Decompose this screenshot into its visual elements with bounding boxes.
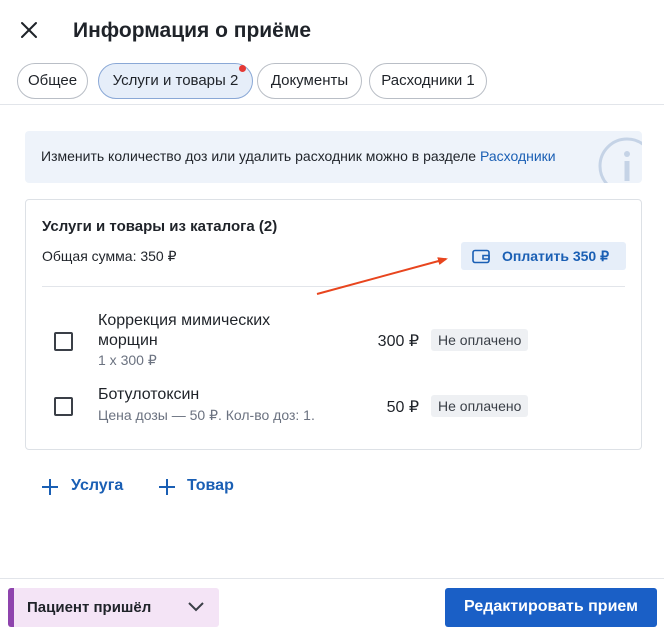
item-name: Коррекция мимических морщин (98, 312, 271, 349)
status-badge: Не оплачено (431, 329, 529, 351)
status-badge: Не оплачено (431, 395, 529, 417)
plus-icon (159, 479, 175, 495)
dialog-header: Информация о приёме Общее Услуги и товар… (0, 0, 664, 105)
consumables-link[interactable]: Расходники (480, 148, 556, 164)
item-price: 300 ₽ (377, 333, 419, 350)
item-details: 1 x 300 ₽ (98, 352, 157, 368)
tab-services-products[interactable]: Услуги и товары 2 (98, 63, 253, 99)
dialog-footer: Пациент пришёл Редактировать прием (0, 578, 664, 637)
catalog-title: Услуги и товары из каталога (2) (42, 218, 278, 235)
item-checkbox[interactable] (54, 332, 73, 351)
status-color-bar (8, 588, 14, 627)
add-product-button[interactable]: Товар (158, 476, 243, 498)
info-banner: Изменить количество доз или удалить расх… (25, 131, 642, 183)
tab-label: Расходники 1 (381, 72, 475, 89)
notification-dot (239, 65, 246, 72)
tab-general[interactable]: Общее (17, 63, 88, 99)
tab-label: Документы (270, 72, 349, 89)
divider (42, 286, 625, 287)
chevron-down-icon (188, 602, 204, 612)
info-text: Изменить количество доз или удалить расх… (41, 148, 477, 164)
item-name: Ботулотоксин (98, 386, 200, 403)
dialog-title: Информация о приёме (73, 19, 312, 42)
add-service-button[interactable]: Услуга (41, 476, 131, 498)
add-service-label: Услуга (71, 477, 124, 494)
catalog-card: Услуги и товары из каталога (2) Общая су… (25, 199, 642, 450)
item-details: Цена дозы — 50 ₽. Кол-во доз: 1. (98, 407, 315, 423)
tab-label: Услуги и товары 2 (112, 72, 239, 89)
pay-button[interactable]: Оплатить 350 ₽ (461, 242, 626, 270)
wallet-icon (472, 249, 490, 264)
total-sum: Общая сумма: 350 ₽ (42, 248, 177, 264)
edit-appointment-button[interactable]: Редактировать прием (445, 588, 657, 627)
info-icon (598, 137, 642, 183)
item-checkbox[interactable] (54, 397, 73, 416)
patient-status-select[interactable]: Пациент пришёл (8, 588, 219, 627)
item-price: 50 ₽ (386, 399, 419, 416)
tab-consumables[interactable]: Расходники 1 (369, 63, 487, 99)
edit-button-label: Редактировать прием (464, 598, 638, 615)
tab-documents[interactable]: Документы (257, 63, 362, 99)
patient-status-label: Пациент пришёл (27, 599, 152, 616)
add-product-label: Товар (187, 477, 234, 494)
pay-button-label: Оплатить 350 ₽ (502, 248, 609, 264)
close-button[interactable] (18, 19, 40, 41)
tab-label: Общее (27, 72, 78, 89)
plus-icon (42, 479, 58, 495)
close-icon (21, 22, 37, 38)
